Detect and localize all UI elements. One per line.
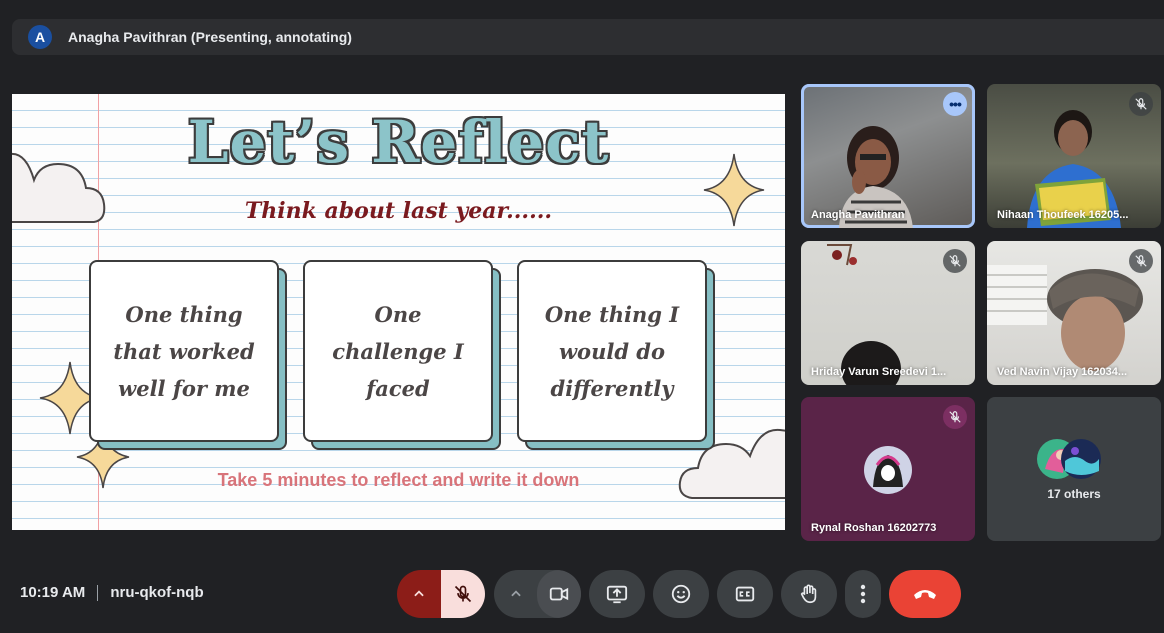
leave-call-button[interactable] — [889, 570, 961, 618]
reactions-button[interactable] — [653, 570, 709, 618]
avatar — [1061, 439, 1101, 479]
present-screen-icon — [606, 585, 628, 604]
participant-tile-anagha[interactable]: ••• Anagha Pavithran — [801, 84, 975, 228]
participant-tile-others[interactable]: 17 others — [987, 397, 1161, 541]
presentation-slide[interactable]: Let’s Reflect Think about last year.....… — [12, 94, 785, 530]
card-face: One thing I would do differently — [517, 260, 707, 442]
card-text: One thing that worked well for me — [113, 301, 255, 401]
mic-off-icon — [943, 249, 967, 273]
reflection-card: One challenge I faced — [303, 260, 501, 450]
presenter-avatar: A — [28, 25, 52, 49]
video-options-button[interactable] — [494, 570, 537, 618]
meeting-info: 10:19 AM nru-qkof-nqb — [20, 584, 204, 601]
mic-off-icon — [1129, 249, 1153, 273]
participant-tile-hriday[interactable]: Hriday Varun Sreedevi 1... — [801, 241, 975, 385]
camera-toggle-button[interactable] — [537, 570, 581, 618]
chevron-up-icon — [510, 590, 521, 597]
slide-footer-text: Take 5 minutes to reflect and write it d… — [217, 470, 580, 490]
end-call-icon — [914, 590, 936, 599]
reflection-card: One thing I would do differently — [517, 260, 715, 450]
card-face: One thing that worked well for me — [89, 260, 279, 442]
raise-hand-icon — [800, 584, 817, 604]
mic-off-icon — [943, 405, 967, 429]
captions-button[interactable] — [717, 570, 773, 618]
more-vert-icon — [860, 584, 866, 604]
present-screen-button[interactable] — [589, 570, 645, 618]
more-options-icon[interactable]: ••• — [943, 92, 967, 116]
raise-hand-button[interactable] — [781, 570, 837, 618]
slide-title: Let’s Reflect — [187, 108, 610, 176]
participant-tile-rynal[interactable]: Rynal Roshan 16202773 — [801, 397, 975, 541]
mic-control-group — [397, 570, 485, 618]
camera-control-group — [494, 570, 581, 618]
mic-off-icon — [454, 585, 472, 603]
audio-options-button[interactable] — [397, 570, 441, 618]
meeting-code[interactable]: nru-qkof-nqb — [110, 584, 203, 601]
emoji-icon — [671, 584, 691, 604]
presenter-bar: A Anagha Pavithran (Presenting, annotati… — [12, 19, 1164, 55]
card-text: One challenge I faced — [332, 301, 464, 401]
mic-toggle-button[interactable] — [441, 570, 485, 618]
participant-tile-ved[interactable]: Ved Navin Vijay 162034... — [987, 241, 1161, 385]
participant-name: Rynal Roshan 16202773 — [811, 522, 937, 534]
reflection-card: One thing that worked well for me — [89, 260, 287, 450]
more-options-button[interactable] — [845, 570, 881, 618]
participant-tile-nihaan[interactable]: Nihaan Thoufeek 16205... — [987, 84, 1161, 228]
mic-off-icon — [1129, 92, 1153, 116]
meet-window: A Anagha Pavithran (Presenting, annotati… — [0, 0, 1164, 633]
others-count-label: 17 others — [1047, 487, 1101, 501]
presenter-label: Anagha Pavithran (Presenting, annotating… — [68, 29, 352, 45]
card-face: One challenge I faced — [303, 260, 493, 442]
avatar — [864, 446, 912, 494]
captions-icon — [735, 586, 755, 602]
participant-name: Anagha Pavithran — [811, 209, 905, 221]
clock-time: 10:19 AM — [20, 584, 86, 601]
camera-icon — [549, 587, 569, 601]
participant-name: Hriday Varun Sreedevi 1... — [811, 366, 947, 378]
chevron-up-icon — [414, 590, 424, 597]
participant-name: Ved Navin Vijay 162034... — [997, 366, 1128, 378]
divider — [97, 584, 99, 601]
participant-name: Nihaan Thoufeek 16205... — [997, 209, 1129, 221]
slide-subtitle: Think about last year...... — [244, 198, 553, 224]
card-text: One thing I would do differently — [544, 301, 680, 401]
